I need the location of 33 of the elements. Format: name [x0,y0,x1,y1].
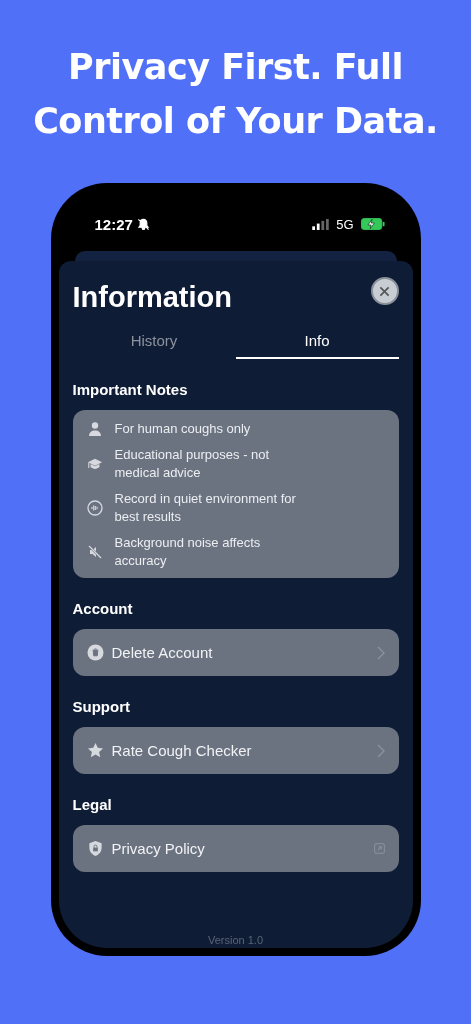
star-icon [86,742,104,759]
section-heading: Legal [72,796,113,813]
settings-row[interactable]: Rate Cough Checker [72,727,399,774]
muted-speaker-icon [86,544,103,560]
muted-bell-icon [136,217,150,231]
waveform-circle-icon [86,500,103,516]
chevron-icon [376,743,385,758]
section-heading: Important Notes [72,381,189,398]
section-heading: Account [72,600,134,617]
tab[interactable]: History [72,326,236,359]
version-text: Version 1.0 [206,934,264,948]
charging-battery-icon [360,218,385,230]
close-icon [379,285,390,297]
note-text: For human coughs only [114,420,252,438]
external-link-icon [373,843,385,854]
trash-icon [86,644,104,661]
graduation-cap-icon [86,456,103,472]
headline: Privacy First. Full Control of Your Data. [32,46,439,143]
signal-icon [312,218,330,230]
status-time: 12:27 [94,215,133,233]
close-button[interactable] [370,277,399,305]
note-text: Background noise affects accuracy [114,534,262,570]
tab[interactable]: Info [235,326,399,359]
note-text: Educational purposes - not medical advice [114,446,271,482]
person-icon [86,421,103,437]
settings-row[interactable]: Delete Account [72,629,399,676]
sheet-title: Information [72,281,232,314]
shield-lock-icon [86,840,104,857]
network-label: 5G [336,216,354,232]
note-text: Record in quiet environment for best results [114,490,297,526]
settings-row[interactable]: Privacy Policy [72,825,399,872]
chevron-icon [376,645,385,660]
section-heading: Support [72,698,131,715]
